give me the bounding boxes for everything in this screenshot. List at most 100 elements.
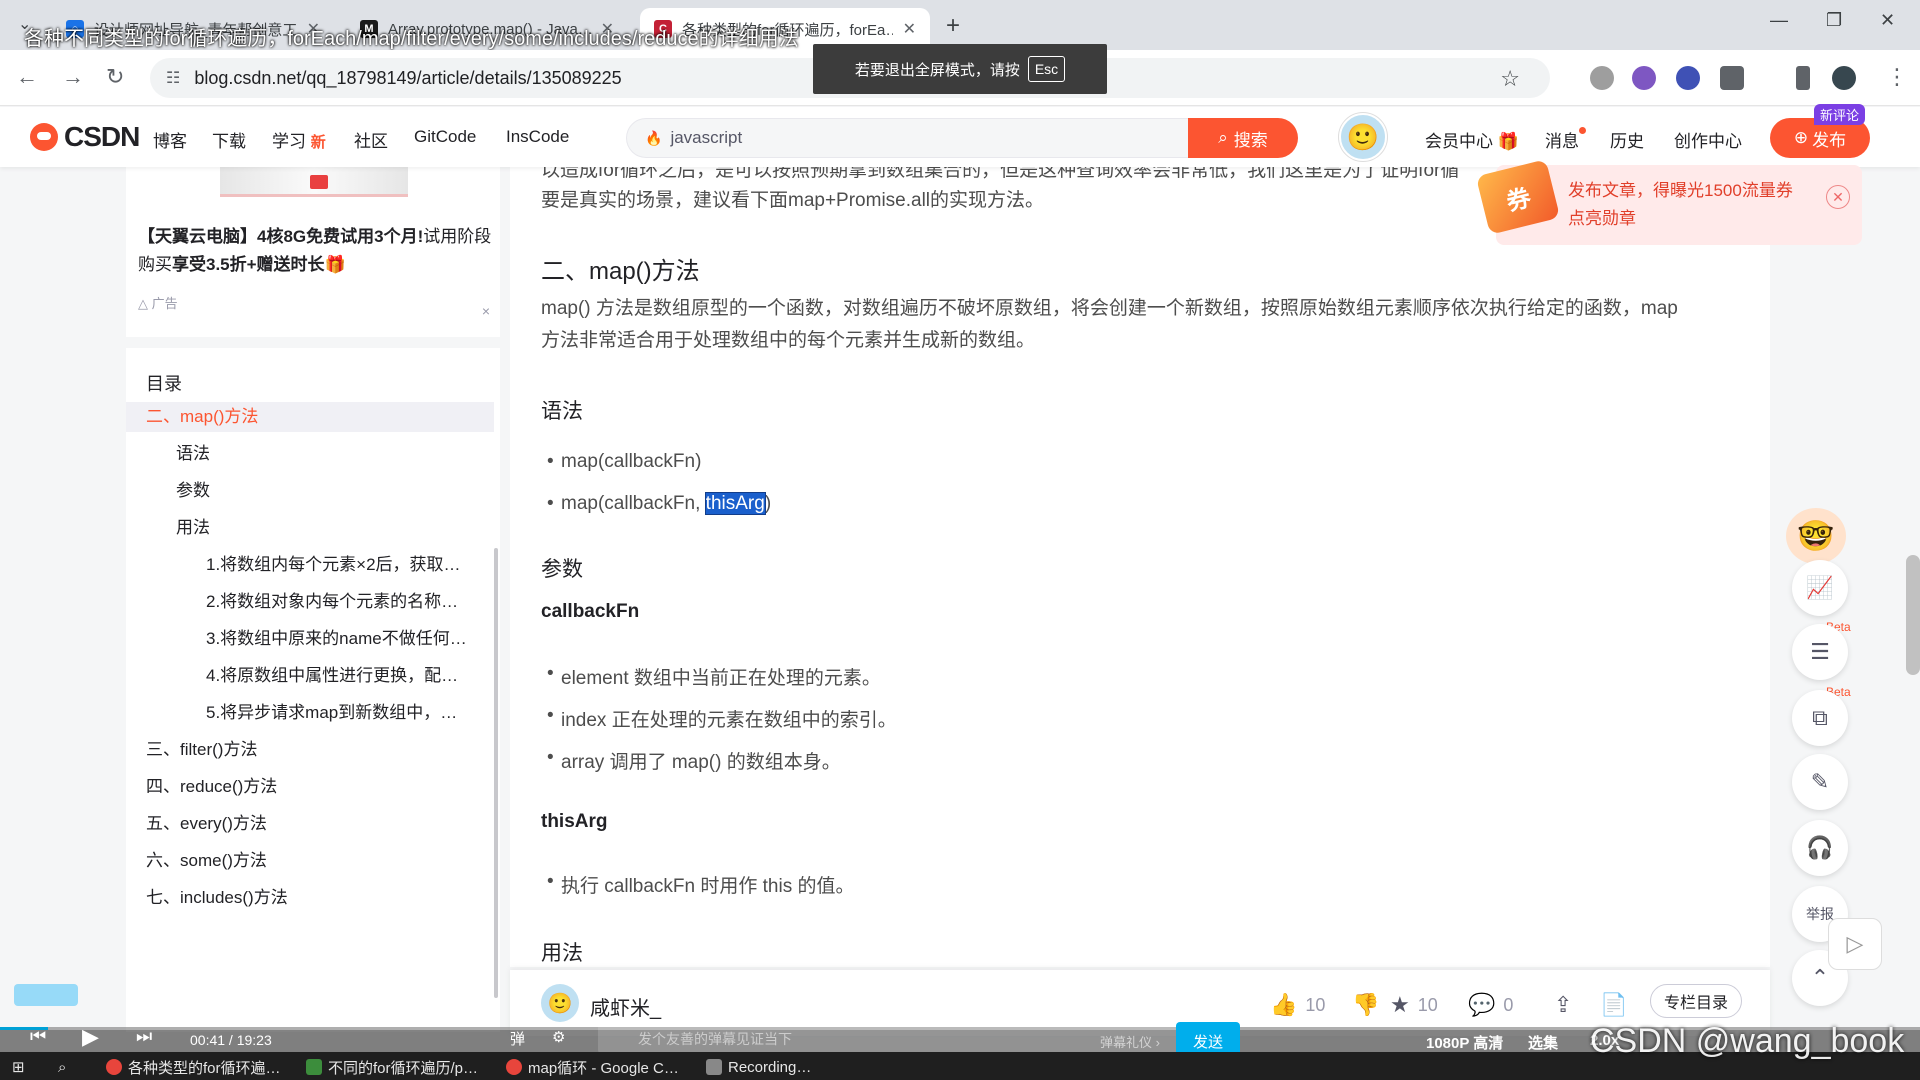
bookmark-star-icon[interactable]: ☆: [1500, 66, 1520, 92]
toc-item[interactable]: 三、filter()方法: [126, 735, 494, 765]
toc-item[interactable]: 2.将数组对象内每个元素的名称…: [126, 587, 494, 617]
dislike-button[interactable]: 👎: [1352, 992, 1379, 1018]
nav-messages[interactable]: 消息: [1545, 127, 1586, 152]
author-avatar[interactable]: 🙂: [541, 984, 579, 1022]
chart-tool-icon[interactable]: 📈: [1792, 560, 1848, 616]
site-settings-icon[interactable]: ☷: [166, 68, 180, 88]
layout-tool-icon[interactable]: ⧉: [1792, 690, 1848, 746]
restore-icon[interactable]: ❐: [1826, 10, 1842, 31]
toc-item[interactable]: 4.将原数组中属性进行更换，配…: [126, 661, 494, 691]
browser-menu-icon[interactable]: ⋮: [1886, 64, 1908, 90]
recorder-icon: [706, 1059, 722, 1075]
ad-text[interactable]: 【天翼云电脑】4核8G免费试用3个月!试用阶段购买享受3.5折+赠送时长🎁: [138, 223, 492, 279]
extensions-puzzle-icon[interactable]: [1720, 66, 1744, 90]
toc-item[interactable]: 3.将数组中原来的name不做任何…: [126, 624, 494, 654]
taskbar-item[interactable]: 不同的for循环遍历/p…: [306, 1055, 478, 1079]
headset-support-icon[interactable]: 🎧: [1792, 820, 1848, 876]
new-comment-badge[interactable]: 新评论: [1814, 104, 1866, 125]
nav-history[interactable]: 历史: [1610, 127, 1644, 152]
url-text: blog.csdn.net/qq_18798149/article/detail…: [194, 67, 622, 88]
pdf-icon: 📄: [1600, 992, 1628, 1017]
ad-card[interactable]: 【天翼云电脑】4核8G免费试用3个月!试用阶段购买享受3.5折+赠送时长🎁 △ …: [126, 167, 500, 337]
taskbar-search-icon[interactable]: ⌕: [58, 1055, 66, 1079]
new-tab-button[interactable]: +: [946, 12, 960, 40]
play-icon[interactable]: ▶: [82, 1024, 99, 1050]
user-avatar[interactable]: 🙂: [1339, 113, 1387, 161]
profile-avatar[interactable]: [1832, 66, 1856, 90]
promo-close-icon[interactable]: ✕: [1826, 185, 1850, 209]
extension-icon[interactable]: [1632, 66, 1656, 90]
csdn-watermark: CSDN @wang_book: [1590, 1022, 1905, 1060]
toc-item[interactable]: 用法: [126, 513, 494, 543]
assistant-mascot[interactable]: 🤓: [1786, 508, 1846, 564]
nav-blog[interactable]: 博客: [153, 127, 187, 152]
csdn-mascot-icon: [30, 123, 58, 151]
toc-item[interactable]: 参数: [126, 476, 494, 506]
like-button[interactable]: 👍 10: [1270, 992, 1325, 1018]
minimize-icon[interactable]: —: [1770, 10, 1788, 31]
favorite-button[interactable]: ★ 10: [1390, 992, 1438, 1018]
extension-icon[interactable]: [1676, 66, 1700, 90]
edit-tool-icon[interactable]: ✎: [1792, 754, 1848, 810]
taskbar-item[interactable]: map循环 - Google C…: [506, 1055, 679, 1079]
nav-gitcode[interactable]: GitCode: [414, 127, 476, 147]
toc-item[interactable]: 二、map()方法: [126, 402, 494, 432]
toc-item[interactable]: 五、every()方法: [126, 809, 494, 839]
nav-vip-center[interactable]: 会员中心 🎁: [1425, 127, 1519, 152]
nav-download[interactable]: 下载: [212, 127, 246, 152]
toc-scrollbar[interactable]: [494, 548, 498, 998]
heading-syntax: 语法: [541, 400, 583, 423]
side-panel-icon[interactable]: [1796, 66, 1810, 90]
article-content: 以造成for循环之后，是可以按照预期拿到数组集合的，但是这种查询效率会非常低，我…: [510, 167, 1770, 967]
extension-icon[interactable]: [1590, 66, 1614, 90]
next-icon[interactable]: ⏭: [136, 1026, 152, 1047]
forward-arrow-icon[interactable]: →: [62, 64, 84, 90]
ad-image[interactable]: [220, 167, 408, 197]
esc-key-label: Esc: [1027, 56, 1066, 82]
toc-item[interactable]: 5.将异步请求map到新数组中，…: [126, 698, 494, 728]
hot-fire-icon: 🔥: [645, 129, 663, 146]
episode-selector[interactable]: 选集: [1528, 1032, 1558, 1053]
comment-button[interactable]: 💬 0: [1468, 992, 1513, 1018]
floating-play-icon[interactable]: ▷: [1828, 918, 1882, 970]
column-toc-button[interactable]: 专栏目录: [1650, 984, 1742, 1018]
danmu-settings-icon[interactable]: ⚙: [552, 1028, 565, 1046]
table-of-contents: 目录 二、map()方法 语法 参数 用法 1.将数组内每个元素×2后，获取… 2.将数组…: [126, 348, 500, 1032]
previous-icon[interactable]: ⏮: [30, 1026, 46, 1047]
selected-text[interactable]: thisArg: [704, 492, 766, 515]
author-name[interactable]: 咸虾米_: [590, 992, 661, 1021]
windows-start-icon[interactable]: ⊞: [12, 1055, 25, 1079]
pdf-button[interactable]: 📄: [1600, 992, 1627, 1018]
toc-item[interactable]: 四、reduce()方法: [126, 772, 494, 802]
csdn-logo[interactable]: CSDN: [30, 121, 140, 153]
close-tab-icon[interactable]: ✕: [903, 19, 916, 39]
page-scrollbar[interactable]: [1906, 555, 1920, 675]
danmu-input[interactable]: 发个友善的弹幕见证当下: [598, 1024, 1178, 1054]
reload-icon[interactable]: ↻: [106, 64, 124, 90]
toc-item[interactable]: 七、includes()方法: [126, 883, 494, 913]
list-tool-icon[interactable]: ☰: [1792, 624, 1848, 680]
paragraph: 方法非常适合用于处理数组中的每个元素并生成新的数组。: [541, 330, 1036, 351]
quality-selector[interactable]: 1080P 高清: [1426, 1032, 1503, 1053]
promo-popup[interactable]: 券 发布文章，得曝光1500流量券 点亮勋章 ✕: [1475, 159, 1862, 245]
taskbar-item[interactable]: 各种类型的for循环遍…: [106, 1055, 281, 1079]
paragraph: map() 方法是数组原型的一个函数，对数组遍历不破坏原数组，将会创建一个新数组…: [541, 298, 1678, 319]
share-button[interactable]: ⇪: [1554, 992, 1572, 1018]
toc-item[interactable]: 六、some()方法: [126, 846, 494, 876]
ad-label: △ 广告: [138, 296, 178, 311]
ad-close-icon[interactable]: ×: [482, 303, 490, 319]
danmu-toggle-icon[interactable]: 弹: [510, 1028, 525, 1049]
back-arrow-icon[interactable]: ←: [16, 64, 38, 90]
nav-inscode[interactable]: InsCode: [506, 127, 569, 147]
list-item: 执行 callbackFn 时用作 this 的值。: [547, 871, 854, 898]
taskbar-item[interactable]: Recording…: [706, 1055, 811, 1079]
nav-learn[interactable]: 学习 新: [272, 127, 326, 152]
comment-icon: 💬: [1468, 992, 1496, 1017]
nav-community[interactable]: 社区: [354, 127, 388, 152]
toc-item[interactable]: 语法: [126, 439, 494, 469]
toc-item[interactable]: 1.将数组内每个元素×2后，获取…: [126, 550, 494, 580]
search-button[interactable]: ⌕ 搜索: [1188, 118, 1298, 158]
window-close-icon[interactable]: ✕: [1880, 10, 1895, 31]
search-input[interactable]: 🔥 javascript: [626, 118, 1191, 158]
nav-creator-center[interactable]: 创作中心: [1674, 127, 1742, 152]
